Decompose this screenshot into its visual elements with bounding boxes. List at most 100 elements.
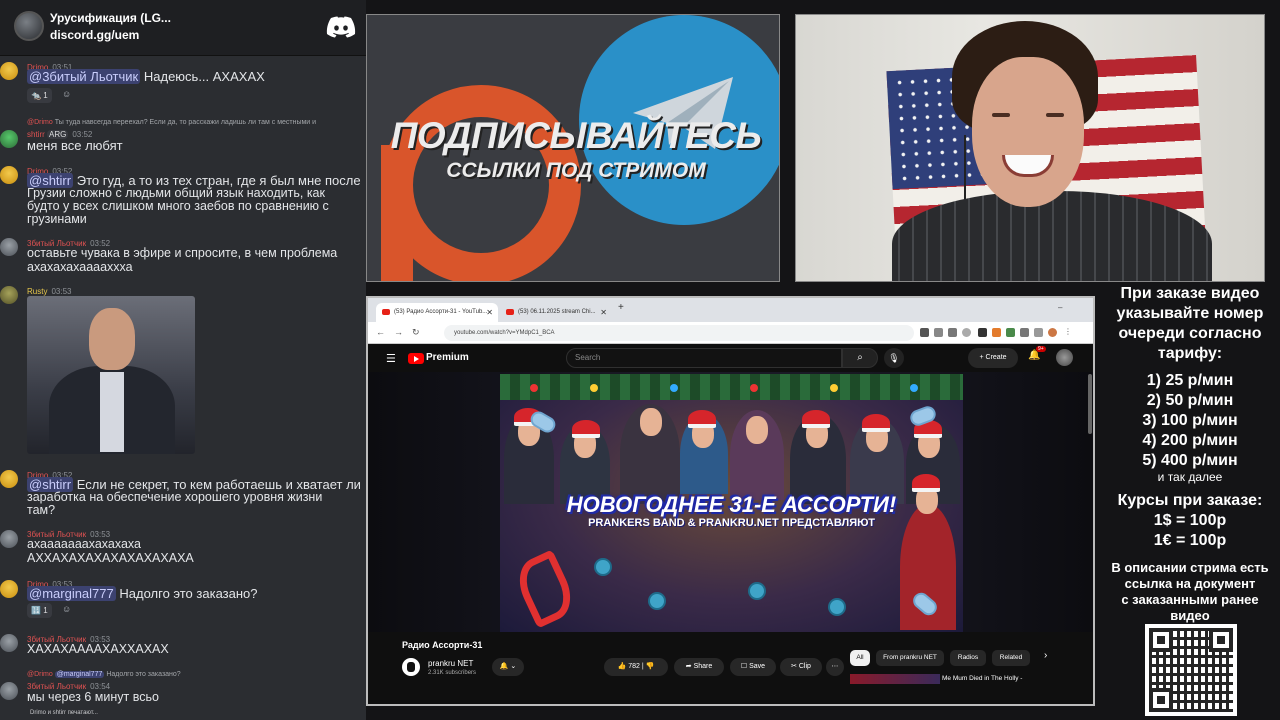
share-icon[interactable]	[948, 328, 957, 337]
rates-title: Курсы при заказе:	[1117, 492, 1263, 509]
like-dislike-button[interactable]: 👍 782 | 👎	[604, 658, 668, 676]
more-actions-icon[interactable]: ⋯	[826, 658, 844, 676]
username[interactable]: Rusty	[27, 287, 47, 296]
server-invite-link[interactable]: discord.gg/uem	[50, 28, 139, 42]
account-avatar[interactable]	[1056, 349, 1073, 366]
puzzle-icon[interactable]	[1020, 328, 1029, 337]
chat-message: @Drimo @marginal777 Надолго это заказано…	[0, 666, 366, 706]
browser-tab[interactable]: (53) 06.11.2025 stream Chi... ✕	[500, 303, 612, 322]
user-avatar[interactable]	[0, 238, 18, 256]
tariff-item: 2) 50 р/мин	[1146, 392, 1234, 409]
scrollbar[interactable]	[1088, 374, 1092, 434]
new-tab-icon[interactable]: +	[618, 302, 624, 313]
subscribed-bell-button[interactable]: 🔔 ⌄	[492, 658, 524, 676]
user-avatar[interactable]	[0, 634, 18, 652]
zoom-icon[interactable]	[920, 328, 929, 337]
recommended-title[interactable]: Me Mum Died in The Holly -	[942, 675, 1022, 682]
youtube-brand[interactable]: Premium	[426, 352, 469, 363]
discord-logo-icon	[326, 16, 356, 38]
info-text: тарифу:	[1157, 345, 1223, 362]
browser-tab[interactable]: (53) Радио Ассорти-31 - YouTub... ✕	[376, 303, 498, 322]
add-reaction-icon[interactable]: ☺	[62, 88, 71, 101]
info-text: ссылка на документ	[1124, 576, 1256, 591]
message-text: ХАХАХААААХАХХАХАХ	[27, 642, 169, 656]
channel-avatar[interactable]	[402, 658, 420, 676]
info-text: указывайте номер	[1116, 305, 1264, 322]
message-text: Надолго это заказано?	[119, 586, 258, 601]
chip-radios[interactable]: Radios	[950, 650, 986, 666]
cast-icon[interactable]	[934, 328, 943, 337]
close-tab-icon[interactable]: ✕	[486, 303, 493, 322]
back-icon[interactable]: ←	[376, 327, 385, 337]
channel-name[interactable]: prankru NET	[428, 659, 473, 668]
microphone-icon[interactable]: 🎙	[884, 348, 904, 368]
share-button[interactable]: ➦ Share	[674, 658, 724, 676]
user-avatar[interactable]	[0, 580, 18, 598]
message-text: ахахахахааааххха	[27, 260, 133, 274]
add-reaction-icon[interactable]: ☺	[62, 603, 71, 616]
user-avatar[interactable]	[0, 130, 18, 148]
chip-related[interactable]: Related	[992, 650, 1030, 666]
youtube-logo-icon[interactable]	[408, 353, 424, 364]
profile-icon[interactable]	[1048, 328, 1057, 337]
thumbnail-subtitle: PRANKERS BAND & PRANKRU.NET ПРЕДСТАВЛЯЮТ	[588, 517, 875, 529]
message-text: оставьте чувака в эфире и спросите, в че…	[27, 246, 338, 260]
extension-icon[interactable]	[992, 328, 1001, 337]
chat-message: 3битый Льотчик 03:53 ахааааааахахахаха АХ…	[0, 526, 366, 568]
extension-icon[interactable]	[978, 328, 987, 337]
search-icon[interactable]: ⌕	[842, 348, 878, 368]
tariff-item: 4) 200 р/мин	[1142, 432, 1238, 449]
message-text: меня все любят	[27, 138, 123, 153]
forward-icon[interactable]: →	[394, 327, 403, 337]
tariff-item: 5) 400 р/мин	[1142, 452, 1238, 469]
menu-icon[interactable]: ☰	[386, 352, 396, 365]
chip-all[interactable]: All	[850, 650, 870, 666]
create-button[interactable]: + Create	[968, 348, 1018, 368]
chevron-right-icon[interactable]: ›	[1044, 650, 1047, 661]
more-menu-icon[interactable]: ⋮	[1064, 328, 1073, 337]
user-avatar[interactable]	[0, 530, 18, 548]
tariff-item: 1) 25 р/мин	[1146, 372, 1234, 389]
user-avatar[interactable]	[0, 682, 18, 700]
clip-button[interactable]: ✂ Clip	[780, 658, 822, 676]
chat-message: Drimo 03:53 @marginal777 Надолго это зака…	[0, 576, 366, 618]
url-input[interactable]: youtube.com/watch?v=YMdpC1_BCA	[444, 325, 914, 341]
video-thumbnail[interactable]: НОВОГОДНЕЕ 31-Е АССОРТИ! PRANKERS BAND &…	[500, 374, 963, 632]
qr-code[interactable]	[1145, 624, 1237, 716]
user-avatar[interactable]	[0, 62, 18, 80]
user-mention[interactable]: @3битый Льотчик	[27, 69, 141, 84]
image-attachment[interactable]	[27, 296, 195, 454]
user-avatar[interactable]	[0, 470, 18, 488]
info-text: видео	[1170, 608, 1210, 623]
stream-layout: Урусификация (LG... discord.gg/uem Drimo…	[0, 0, 1280, 720]
discord-header: Урусификация (LG... discord.gg/uem	[0, 0, 366, 56]
banner-title: ПОДПИСЫВАЙТЕСЬ	[390, 115, 762, 156]
extension-icon[interactable]	[1006, 328, 1015, 337]
youtube-favicon-icon	[506, 309, 514, 315]
user-mention[interactable]: @marginal777	[27, 586, 116, 601]
user-avatar[interactable]	[0, 286, 18, 304]
reaction-badge[interactable]: 🐀 1	[27, 88, 52, 103]
search-input[interactable]: Search	[566, 348, 842, 368]
minimize-icon[interactable]: –	[1058, 303, 1062, 312]
timestamp: 03:53	[51, 287, 72, 296]
save-button[interactable]: ☐ Save	[730, 658, 776, 676]
chat-message: Drimo 03:52 @shtirr Это гуд, а то из тех …	[0, 162, 366, 228]
address-bar-row: ← → ↻ youtube.com/watch?v=YMdpC1_BCA ⋮	[368, 322, 1093, 344]
sidebar-icon[interactable]	[1034, 328, 1043, 337]
bookmark-star-icon[interactable]	[962, 328, 971, 337]
server-icon[interactable]	[14, 11, 44, 41]
thumbnail-title: НОВОГОДНЕЕ 31-Е АССОРТИ!	[566, 492, 897, 517]
reload-icon[interactable]: ↻	[412, 327, 420, 338]
typing-indicator: Drimo и shtirr печатают...	[30, 710, 98, 716]
reaction-badge[interactable]: 🔢 1	[27, 603, 52, 618]
recommended-thumbnail[interactable]	[850, 674, 940, 684]
subscribe-banner: ПОДПИСЫВАЙТЕСЬ ССЫЛКИ ПОД СТРИМОМ	[366, 14, 780, 282]
video-title: Радио Ассорти-31	[402, 640, 483, 650]
chip-from-channel[interactable]: From prankru NET	[876, 650, 944, 666]
user-avatar[interactable]	[0, 166, 18, 184]
info-text: и так далее	[1157, 470, 1223, 484]
browser-window: (53) Радио Ассорти-31 - YouTub... ✕ (53) …	[366, 296, 1095, 706]
streamer-face	[972, 57, 1084, 207]
close-tab-icon[interactable]: ✕	[600, 303, 607, 322]
